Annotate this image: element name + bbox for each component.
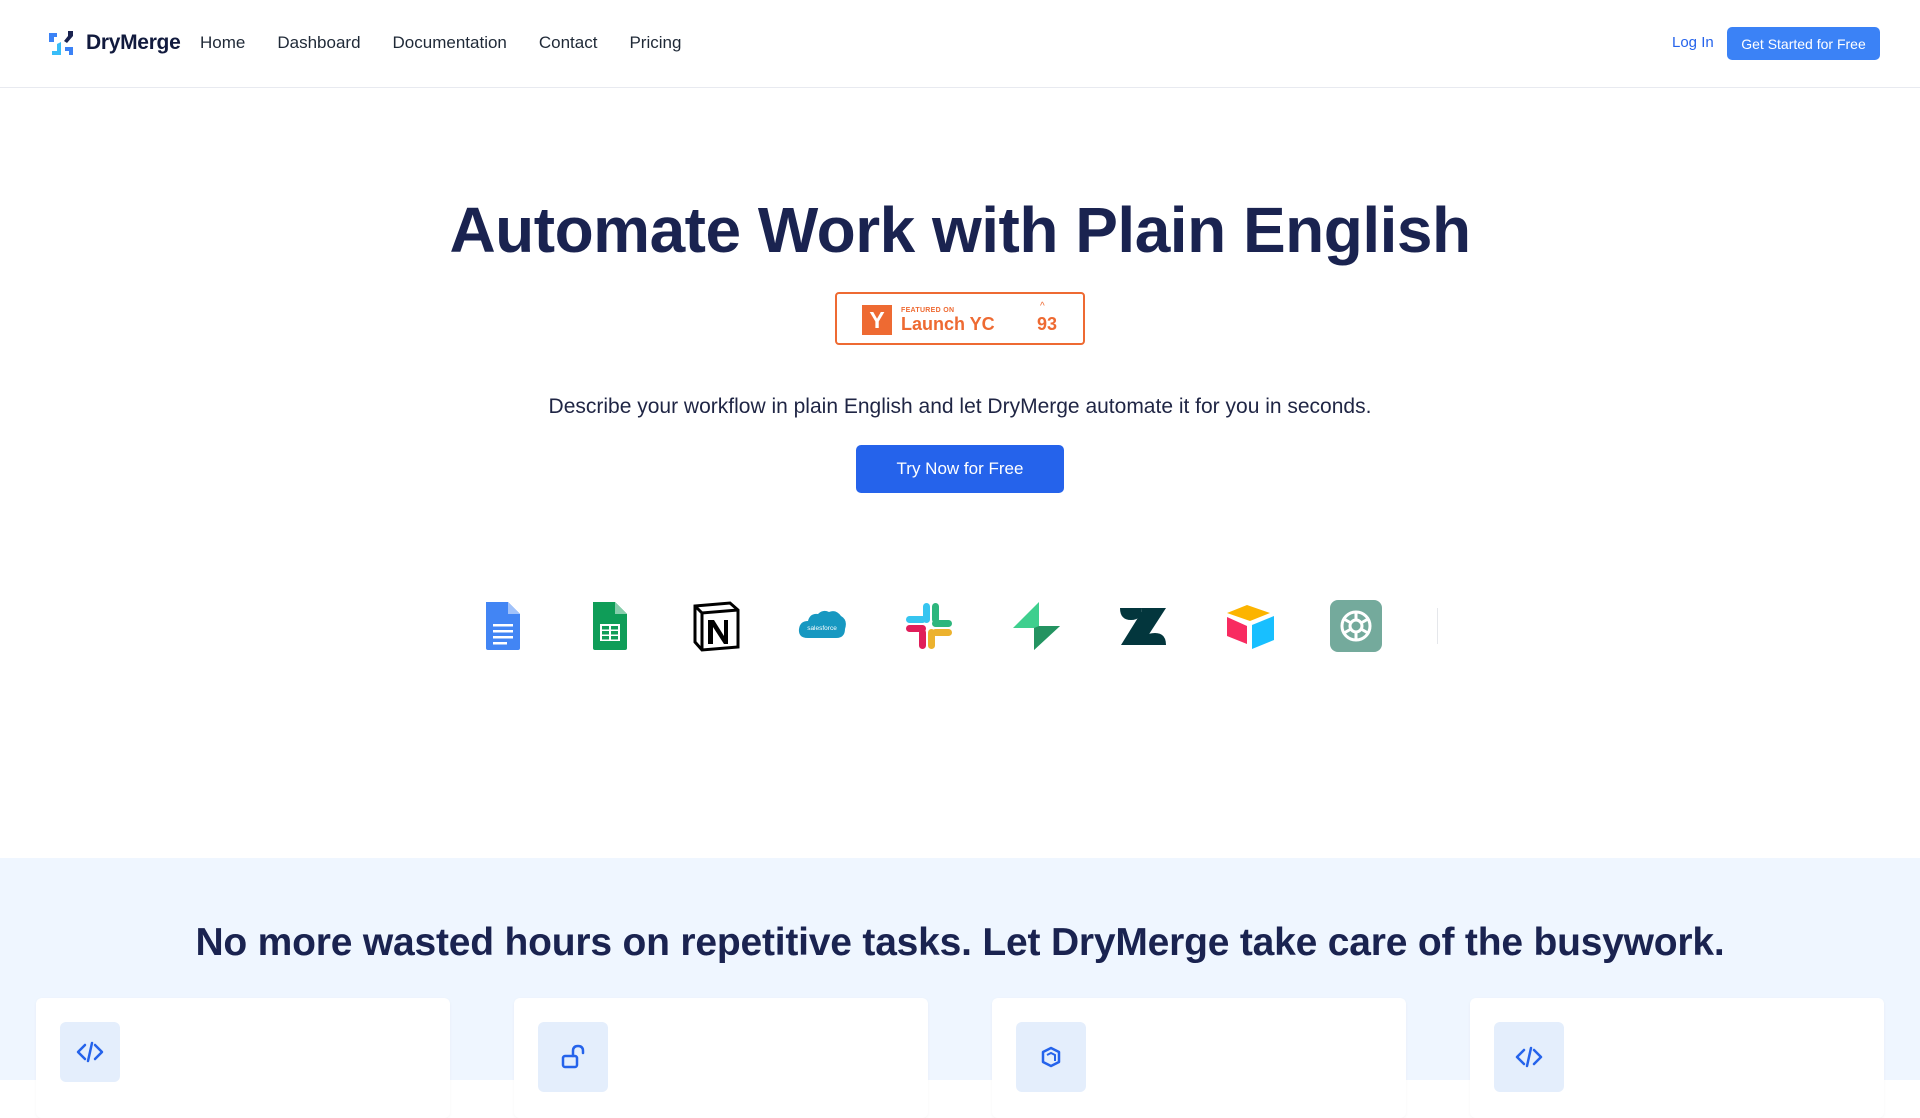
code-icon xyxy=(76,1041,104,1063)
try-now-button[interactable]: Try Now for Free xyxy=(856,445,1064,493)
brand[interactable]: DryMerge xyxy=(46,28,181,58)
site-header: DryMerge Home Dashboard Documentation Co… xyxy=(0,0,1920,88)
card-icon-box xyxy=(1494,1022,1564,1092)
cubes-icon xyxy=(1041,1046,1061,1068)
salesforce-icon: salesforce xyxy=(798,610,846,638)
login-link[interactable]: Log In xyxy=(1672,34,1714,51)
notion-icon xyxy=(693,601,740,652)
yc-featured-text: FEATURED ON xyxy=(901,307,955,314)
hero-subtitle: Describe your workflow in plain English … xyxy=(548,395,1372,418)
get-started-button[interactable]: Get Started for Free xyxy=(1727,27,1880,60)
yc-logo-icon: Y xyxy=(862,305,892,335)
drymerge-logo-icon xyxy=(49,31,73,55)
features-section: No more wasted hours on repetitive tasks… xyxy=(0,858,1920,1118)
nav-home[interactable]: Home xyxy=(200,33,245,53)
launch-yc-badge[interactable]: Y FEATURED ON Launch YC ^ 93 xyxy=(835,292,1085,345)
svg-text:salesforce: salesforce xyxy=(807,625,837,632)
feature-card xyxy=(992,998,1406,1118)
card-icon-box xyxy=(538,1022,608,1092)
card-icon-box xyxy=(60,1022,120,1082)
zendesk-icon xyxy=(1120,608,1166,645)
code-icon xyxy=(1515,1046,1543,1068)
google-docs-icon xyxy=(486,602,520,650)
yc-vote-count: 93 xyxy=(1037,314,1058,334)
features-title: No more wasted hours on repetitive tasks… xyxy=(195,921,1725,964)
main-nav: Home Dashboard Documentation Contact Pri… xyxy=(200,33,681,53)
scroll-divider xyxy=(1437,608,1438,644)
integration-logos: salesforce xyxy=(0,600,1920,652)
card-icon-box xyxy=(1016,1022,1086,1092)
nav-dashboard[interactable]: Dashboard xyxy=(277,33,360,53)
feature-card xyxy=(1470,998,1884,1118)
feature-card xyxy=(36,998,450,1118)
nav-documentation[interactable]: Documentation xyxy=(393,33,507,53)
airtable-icon xyxy=(1227,605,1274,649)
upvote-arrow-icon: ^ xyxy=(1040,301,1045,312)
hero-title: Automate Work with Plain English xyxy=(449,194,1471,266)
slack-icon xyxy=(906,603,952,649)
supabase-icon xyxy=(1013,602,1060,650)
google-sheets-icon xyxy=(593,602,627,650)
brand-name: DryMerge xyxy=(86,31,181,54)
nav-pricing[interactable]: Pricing xyxy=(629,33,681,53)
yc-name: Launch YC xyxy=(901,314,995,334)
unlock-icon xyxy=(561,1044,585,1069)
openai-icon xyxy=(1330,600,1382,652)
feature-card xyxy=(514,998,928,1118)
nav-contact[interactable]: Contact xyxy=(539,33,598,53)
